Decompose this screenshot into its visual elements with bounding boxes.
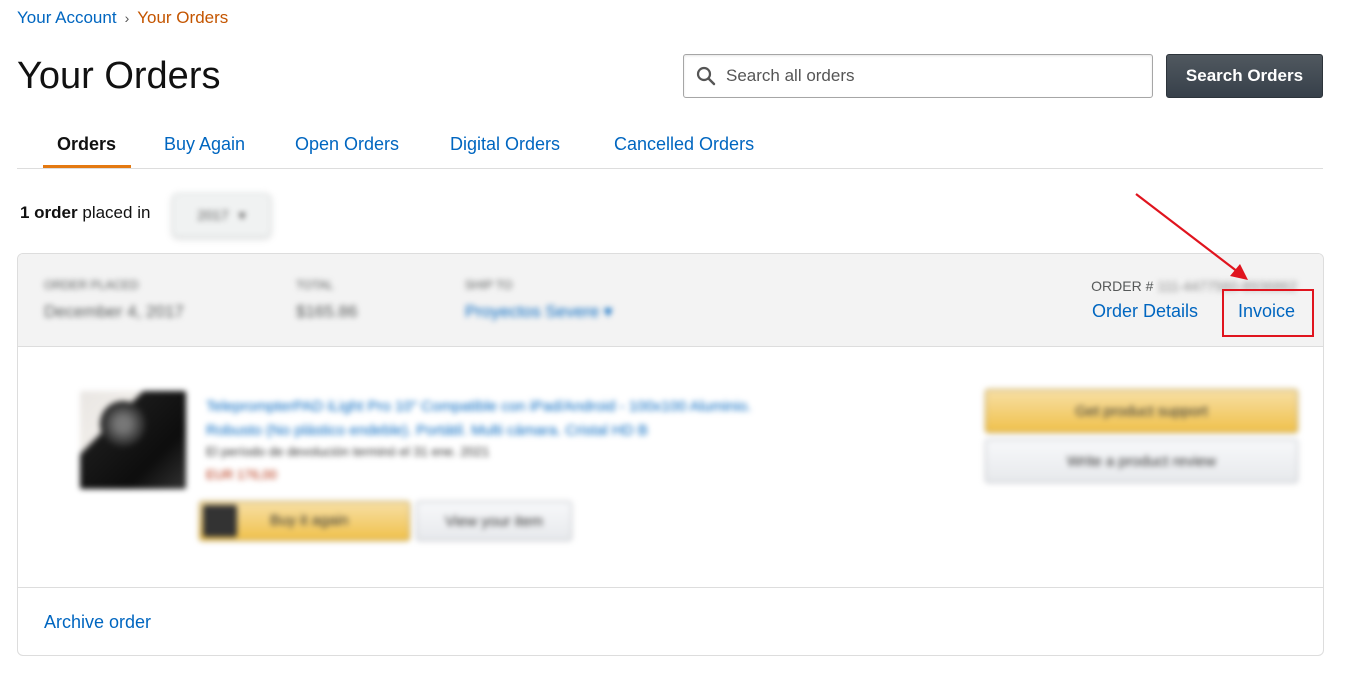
order-total-value: $165.86 bbox=[296, 302, 358, 321]
breadcrumb-your-account-link[interactable]: Your Account bbox=[17, 8, 117, 28]
active-tab-indicator bbox=[43, 165, 131, 168]
order-items: TeleprompterPAD iLight Pro 10" Compatibl… bbox=[18, 347, 1323, 587]
tab-cancelled-orders[interactable]: Cancelled Orders bbox=[614, 134, 754, 155]
order-placed-date: December 4, 2017 bbox=[44, 302, 184, 321]
breadcrumb-separator: › bbox=[124, 10, 130, 26]
breadcrumb-your-orders-link[interactable]: Your Orders bbox=[137, 8, 228, 28]
order-header: ORDER PLACED December 4, 2017 TOTAL $165… bbox=[18, 254, 1323, 347]
order-total-label: TOTAL bbox=[296, 278, 334, 292]
ship-to-name: Proyectos Severe bbox=[465, 302, 600, 321]
breadcrumb: Your Account › Your Orders bbox=[17, 8, 228, 28]
summary-text: placed in bbox=[82, 203, 151, 222]
annotation-arrow-icon bbox=[1135, 193, 1248, 280]
product-image[interactable] bbox=[80, 391, 186, 489]
search-box[interactable] bbox=[683, 54, 1153, 98]
tab-digital-orders[interactable]: Digital Orders bbox=[450, 134, 560, 155]
buy-again-icon bbox=[203, 505, 237, 537]
buy-it-again-button[interactable]: Buy it again bbox=[199, 501, 410, 541]
invoice-link[interactable]: Invoice bbox=[1238, 301, 1295, 322]
get-product-support-button[interactable]: Get product support bbox=[985, 389, 1298, 433]
order-card: ORDER PLACED December 4, 2017 TOTAL $165… bbox=[17, 253, 1324, 656]
order-footer: Archive order bbox=[18, 587, 1323, 655]
ship-to-label: SHIP TO bbox=[465, 278, 513, 292]
tab-orders[interactable]: Orders bbox=[57, 134, 116, 155]
year-filter-value: 2017 bbox=[197, 207, 229, 223]
archive-order-link[interactable]: Archive order bbox=[44, 612, 151, 633]
order-placed: ORDER PLACED December 4, 2017 bbox=[44, 278, 184, 322]
order-tabs: Orders Buy Again Open Orders Digital Ord… bbox=[17, 128, 1323, 169]
view-your-item-button[interactable]: View your item bbox=[416, 501, 572, 541]
write-product-review-button[interactable]: Write a product review bbox=[985, 439, 1298, 483]
buy-it-again-label: Buy it again bbox=[270, 512, 349, 529]
order-ship-to: SHIP TO Proyectos Severe ▾ bbox=[465, 278, 612, 322]
ship-to-link[interactable]: Proyectos Severe ▾ bbox=[465, 302, 612, 322]
order-count: 1 order bbox=[20, 203, 78, 222]
product-price: EUR 176,00 bbox=[206, 467, 277, 482]
search-orders-button[interactable]: Search Orders bbox=[1166, 54, 1323, 98]
year-filter-select[interactable]: 2017 ▾ bbox=[172, 193, 271, 237]
search-orders-input[interactable] bbox=[726, 66, 1126, 86]
tab-buy-again[interactable]: Buy Again bbox=[164, 134, 245, 155]
order-placed-label: ORDER PLACED bbox=[44, 278, 139, 292]
tab-open-orders[interactable]: Open Orders bbox=[295, 134, 399, 155]
orders-summary: 1 order placed in bbox=[20, 203, 150, 223]
order-total: TOTAL $165.86 bbox=[296, 278, 357, 322]
page-title: Your Orders bbox=[17, 55, 221, 97]
search-icon bbox=[696, 66, 716, 86]
chevron-down-icon: ▾ bbox=[238, 206, 246, 223]
return-window-note: El período de devolución terminó el 31 e… bbox=[206, 444, 490, 459]
order-details-link[interactable]: Order Details bbox=[1092, 301, 1198, 322]
product-title-link[interactable]: TeleprompterPAD iLight Pro 10" Compatibl… bbox=[206, 395, 786, 443]
